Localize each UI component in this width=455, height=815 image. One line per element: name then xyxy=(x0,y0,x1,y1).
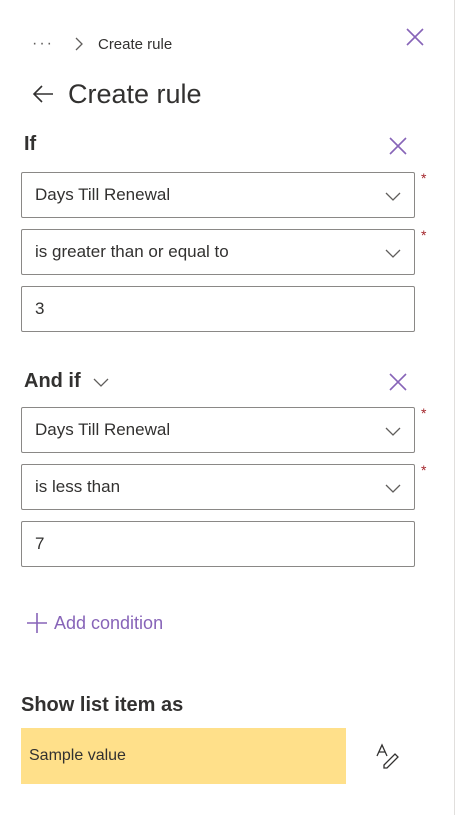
add-icon xyxy=(27,613,47,633)
if-label: If xyxy=(24,133,37,155)
if-operator-dropdown[interactable]: is greater than or equal to xyxy=(21,229,415,275)
chevron-right-icon xyxy=(75,37,83,51)
chevron-down-icon xyxy=(385,249,401,258)
required-indicator: * xyxy=(421,170,427,186)
show-list-item-label: Show list item as xyxy=(21,694,184,716)
if-value-text: 3 xyxy=(35,299,45,318)
chevron-down-icon[interactable] xyxy=(93,374,109,390)
required-indicator: * xyxy=(421,462,427,478)
if-operator-value: is greater than or equal to xyxy=(35,242,229,261)
add-condition-button[interactable]: Add condition xyxy=(26,612,163,634)
close-icon[interactable] xyxy=(404,26,426,48)
andif-column-dropdown[interactable]: Days Till Renewal xyxy=(21,407,415,453)
breadcrumb: ··· Create rule xyxy=(32,33,172,55)
add-condition-label: Add condition xyxy=(54,612,164,633)
andif-operator-value: is less than xyxy=(35,477,121,496)
andif-operator-dropdown[interactable]: is less than xyxy=(21,464,415,510)
andif-column-value: Days Till Renewal xyxy=(35,420,171,439)
sample-value-preview: Sample value xyxy=(21,728,346,784)
if-value-input[interactable]: 3 xyxy=(21,286,415,332)
required-indicator: * xyxy=(421,405,427,421)
andif-value-input[interactable]: 7 xyxy=(21,521,415,567)
create-rule-panel: ··· Create rule Create rule If Days Till… xyxy=(0,0,455,815)
remove-condition-icon[interactable] xyxy=(387,371,409,393)
remove-condition-icon[interactable] xyxy=(387,135,409,157)
and-if-header: And if xyxy=(24,370,109,393)
page-title: Create rule xyxy=(68,78,202,109)
chevron-down-icon xyxy=(385,427,401,436)
chevron-down-icon xyxy=(385,192,401,201)
andif-value-text: 7 xyxy=(35,534,45,553)
format-icon[interactable] xyxy=(375,743,399,769)
chevron-down-icon xyxy=(385,484,401,493)
back-arrow-icon[interactable] xyxy=(30,81,56,107)
breadcrumb-current: Create rule xyxy=(97,35,173,53)
more-icon[interactable]: ··· xyxy=(32,35,54,53)
if-column-dropdown[interactable]: Days Till Renewal xyxy=(21,172,415,218)
required-indicator: * xyxy=(421,227,427,243)
sample-value-text: Sample value xyxy=(29,747,126,764)
page-header: Create rule xyxy=(30,76,202,112)
and-if-label: And if xyxy=(24,370,81,392)
if-column-value: Days Till Renewal xyxy=(35,185,171,204)
